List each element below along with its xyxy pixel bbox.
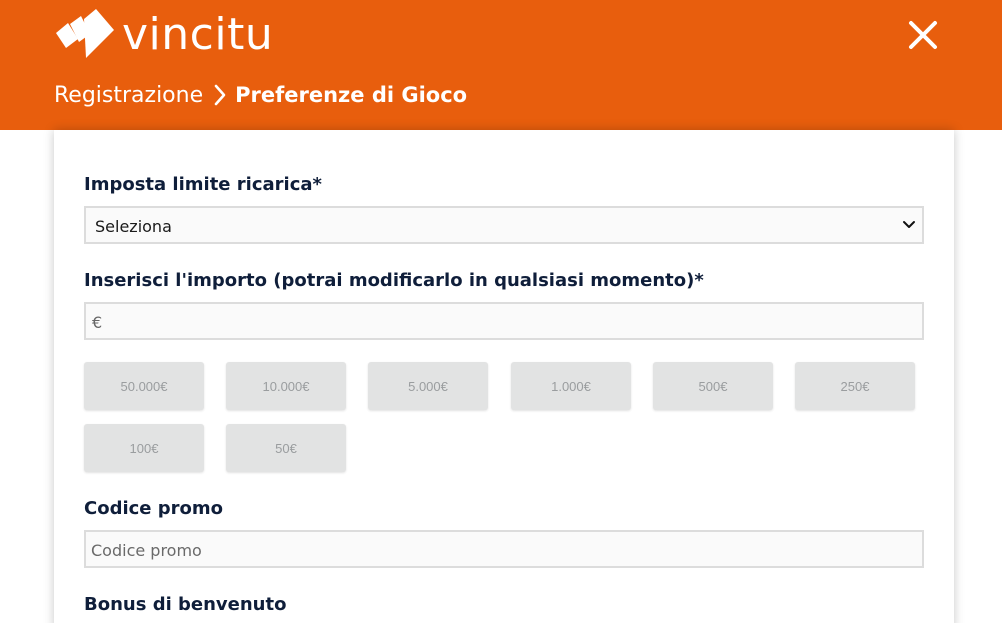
amount-preset-button[interactable]: 50.000€ bbox=[84, 362, 204, 410]
euro-symbol: € bbox=[92, 313, 103, 332]
welcome-bonus-label: Bonus di benvenuto bbox=[84, 594, 287, 615]
promo-code-label: Codice promo bbox=[84, 498, 224, 519]
chevron-right-icon bbox=[213, 84, 227, 106]
amount-preset-button[interactable]: 250€ bbox=[795, 362, 915, 410]
deposit-limit-label: Imposta limite ricarica* bbox=[84, 174, 322, 195]
brand-name: vincitu bbox=[122, 9, 274, 60]
amount-preset-button[interactable]: 10.000€ bbox=[226, 362, 346, 410]
amount-preset-button[interactable]: 1.000€ bbox=[511, 362, 631, 410]
amount-preset-button[interactable]: 500€ bbox=[653, 362, 773, 410]
amount-preset-button[interactable]: 50€ bbox=[226, 424, 346, 472]
header: vincitu Registrazione Preferenze di Gioc… bbox=[0, 0, 1002, 130]
brand-logo: vincitu bbox=[54, 8, 273, 62]
amount-label: Inserisci l'importo (potrai modificarlo … bbox=[84, 270, 704, 291]
deposit-limit-select[interactable]: Seleziona bbox=[84, 206, 924, 244]
breadcrumb: Registrazione Preferenze di Gioco bbox=[54, 80, 467, 110]
close-button[interactable] bbox=[906, 18, 940, 52]
chevron-down-icon bbox=[903, 221, 915, 228]
promo-code-placeholder: Codice promo bbox=[91, 541, 202, 560]
breadcrumb-registrazione[interactable]: Registrazione bbox=[54, 83, 203, 108]
vincitu-logo-icon bbox=[56, 9, 114, 58]
promo-code-input[interactable]: Codice promo bbox=[84, 530, 924, 568]
amount-preset-button[interactable]: 5.000€ bbox=[368, 362, 488, 410]
breadcrumb-current: Preferenze di Gioco bbox=[235, 83, 468, 107]
close-icon bbox=[909, 21, 937, 49]
deposit-limit-value: Seleziona bbox=[95, 217, 172, 236]
form-panel: Imposta limite ricarica* Seleziona Inser… bbox=[54, 130, 954, 623]
amount-input[interactable]: € bbox=[84, 302, 924, 340]
amount-preset-button[interactable]: 100€ bbox=[84, 424, 204, 472]
